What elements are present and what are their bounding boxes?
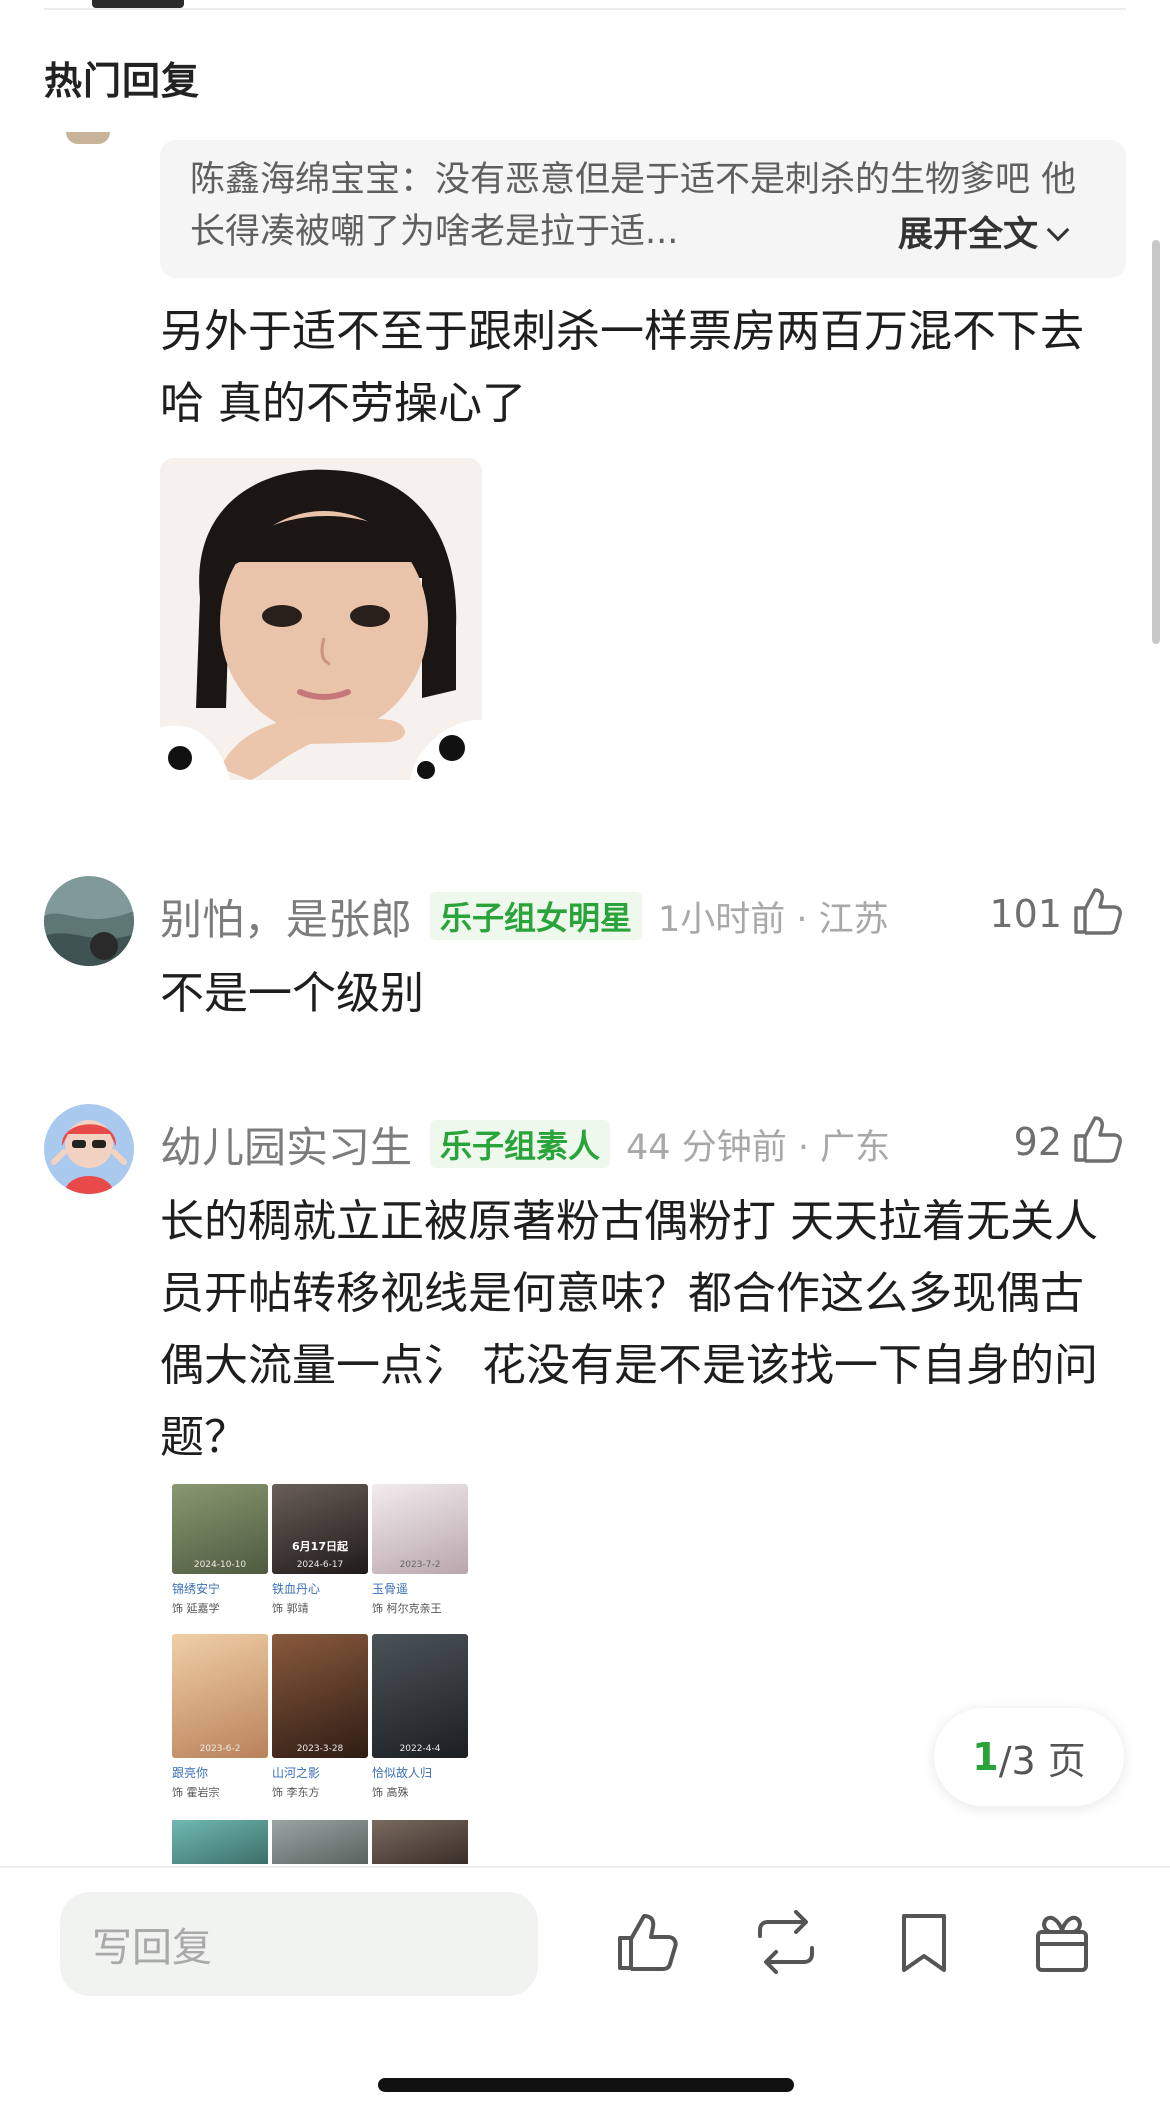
group-badge[interactable]: 乐子组素人: [430, 1120, 611, 1168]
film-date: 2024-10-10: [193, 1560, 247, 1570]
film-poster: 6月17日起 2024-6-17: [272, 1484, 368, 1574]
group-badge[interactable]: 乐子组女明星: [430, 892, 643, 940]
comment-text: 长的稠就立正被原著粉古偶粉打 天天拉着无关人员开帖转移视线是何意味？都合作这么多…: [160, 1196, 1098, 1463]
film-poster: 2024-10-10: [172, 1484, 268, 1574]
comment-text: 不是一个级别: [160, 968, 424, 1019]
like-count: 101: [989, 892, 1062, 936]
film-poster: [272, 1820, 368, 1864]
film-card: 6月17日起 2024-6-17 铁血丹心 饰 郭靖: [272, 1484, 368, 1616]
reply-text: 另外于适不至于跟刺杀一样票房两百万混不下去哈 真的不劳操心了: [160, 306, 1084, 429]
filmography-image[interactable]: 2024-10-10 锦绣安宁 饰 延嘉学 6月17日起 2024-6-17 铁…: [168, 1484, 480, 1864]
film-card: 2024-10-10 锦绣安宁 饰 延嘉学: [172, 1484, 268, 1616]
film-title: 跟亮你: [172, 1766, 209, 1780]
film-card: 2023-6-2 跟亮你 饰 霍岩宗: [172, 1634, 268, 1800]
film-title: 铁血丹心: [272, 1582, 321, 1596]
film-title: 山河之影: [272, 1766, 321, 1780]
quoted-reply-author: 陈鑫海绵宝宝：: [190, 160, 436, 200]
avatar[interactable]: [44, 876, 134, 966]
comment-meta: 别怕，是张郎 乐子组女明星 1小时前 · 江苏: [160, 890, 889, 944]
repost-icon[interactable]: [750, 1906, 822, 1978]
quoted-reply[interactable]: 陈鑫海绵宝宝：没有恶意但是于适不是刺杀的生物爹吧 他长得凑被嘲了为啥老是拉于适.…: [160, 140, 1126, 278]
page-indicator[interactable]: 1/3 页: [934, 1708, 1124, 1806]
thumbs-up-icon[interactable]: [1068, 882, 1126, 940]
film-poster: 2023-7-2: [372, 1484, 468, 1574]
expand-full-text-link[interactable]: 展开全文: [893, 206, 1070, 257]
film-overlay: 6月17日起: [292, 1540, 348, 1553]
film-actor: 饰 郭靖: [272, 1602, 309, 1615]
film-actor: 饰 李东方: [272, 1786, 320, 1799]
home-indicator: [378, 2078, 794, 2092]
top-divider: [44, 8, 1126, 10]
film-date: 2022-4-4: [399, 1744, 441, 1754]
film-date: 2024-6-17: [296, 1560, 344, 1570]
reply-input[interactable]: 写回复: [60, 1892, 538, 1996]
film-card: 2023-7-2 玉骨遥 饰 柯尔克亲王: [372, 1484, 468, 1616]
film-title: 恰似故人归: [372, 1766, 433, 1780]
time-location: 1小时前 · 江苏: [658, 899, 889, 940]
page-total: /3 页: [998, 1738, 1086, 1783]
film-date: 2023-7-2: [399, 1560, 441, 1570]
reply-image[interactable]: [160, 458, 482, 780]
film-actor: 饰 延嘉学: [172, 1602, 220, 1615]
child-face-photo-icon: [160, 458, 482, 780]
username[interactable]: 幼儿园实习生: [160, 1114, 412, 1175]
film-card: 2022-4-4 恰似故人归 饰 高殊: [372, 1634, 468, 1800]
like-icon[interactable]: [612, 1906, 684, 1978]
previous-avatar-edge: [66, 132, 110, 144]
film-poster: 2022-4-4: [372, 1634, 468, 1758]
scrollbar[interactable]: [1152, 240, 1160, 644]
film-poster: [372, 1820, 468, 1864]
film-title: 玉骨遥: [372, 1582, 409, 1596]
avatar[interactable]: [44, 1104, 134, 1194]
tab-indicator: [92, 0, 184, 8]
cartoon-girl-avatar-icon: [44, 1104, 134, 1194]
film-actor: 饰 柯尔克亲王: [372, 1602, 442, 1615]
film-poster: 2023-3-28: [272, 1634, 368, 1758]
comment-meta: 幼儿园实习生 乐子组素人 44 分钟前 · 广东: [160, 1118, 891, 1172]
film-date: 2023-3-28: [296, 1744, 344, 1754]
username[interactable]: 别怕，是张郎: [160, 886, 412, 947]
thumbs-up-icon[interactable]: [1068, 1110, 1126, 1168]
film-date: 2023-6-2: [199, 1744, 241, 1754]
chevron-down-icon: [1046, 218, 1070, 242]
water-avatar-icon: [44, 876, 134, 966]
film-actor: 饰 霍岩宗: [172, 1786, 220, 1799]
bottom-action-bar: 写回复: [0, 1866, 1170, 2116]
gift-icon[interactable]: [1026, 1906, 1098, 1978]
time-location: 44 分钟前 · 广东: [626, 1127, 891, 1168]
page-current: 1: [972, 1735, 999, 1779]
film-poster: [172, 1820, 268, 1864]
film-poster: 2023-6-2: [172, 1634, 268, 1758]
film-actor: 饰 高殊: [372, 1786, 409, 1799]
bookmark-icon[interactable]: [888, 1906, 960, 1978]
film-title: 锦绣安宁: [172, 1582, 221, 1596]
film-card: 2023-3-28 山河之影 饰 李东方: [272, 1634, 368, 1800]
like-count: 92: [1013, 1120, 1062, 1164]
expand-label: 展开全文: [897, 215, 1038, 255]
section-title: 热门回复: [44, 59, 201, 103]
